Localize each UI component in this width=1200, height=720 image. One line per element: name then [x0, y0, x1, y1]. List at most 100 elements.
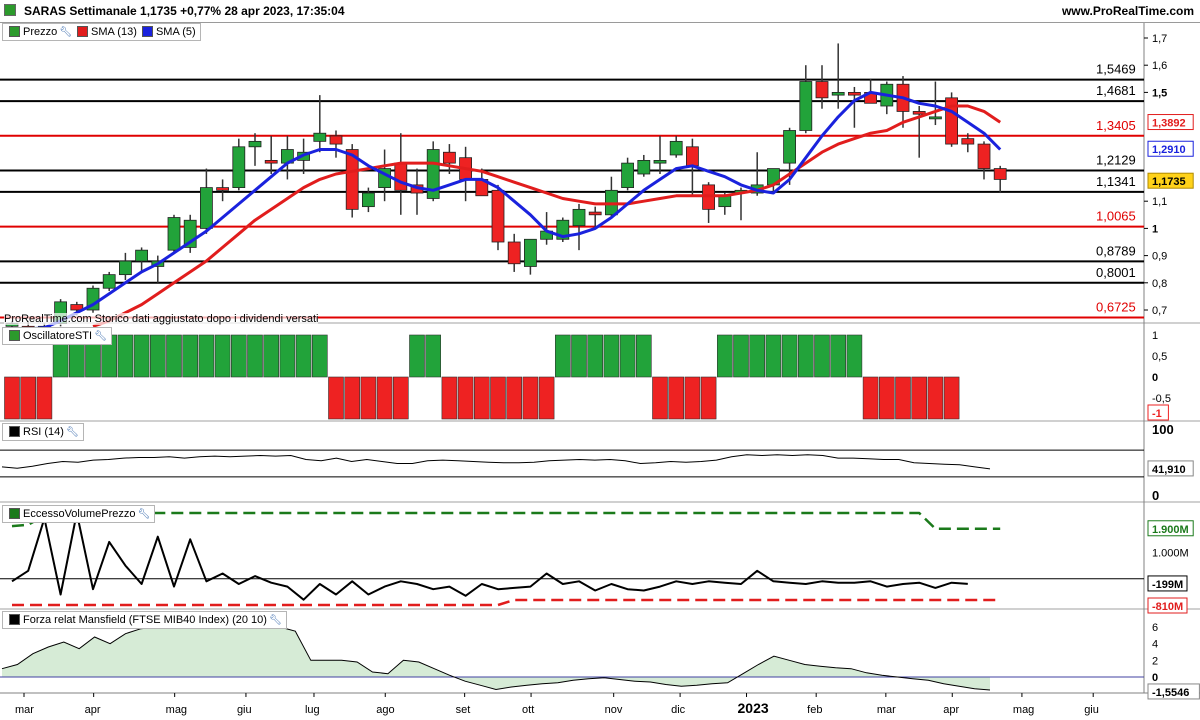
time-tick-label: giu	[1084, 704, 1099, 716]
candle	[669, 135, 683, 158]
sti-bar	[457, 376, 474, 420]
candle-body	[135, 249, 149, 262]
site-url[interactable]: www.ProRealTime.com	[1062, 0, 1194, 22]
price-tick-label: 0,7	[1152, 305, 1167, 317]
wrench-icon[interactable]: 🔧︎	[138, 507, 151, 523]
sti-bar	[765, 334, 782, 378]
candle	[167, 214, 181, 253]
sti-bar	[506, 376, 523, 420]
sti-bar	[943, 376, 960, 420]
sma5-last-badge: 1,2910	[1152, 144, 1186, 156]
price-tick-label: 1	[1152, 223, 1158, 235]
candle	[394, 133, 408, 215]
time-tick-label: mar	[15, 704, 34, 716]
sti-bar	[490, 376, 506, 420]
sti-bar	[554, 334, 571, 378]
data-note: ProRealTime.com Storico dati aggiustato …	[4, 313, 319, 325]
candle	[621, 157, 634, 191]
price-swatch-icon	[9, 25, 20, 37]
candle	[216, 179, 230, 202]
mansfield-last-badge: -1,5546	[1152, 687, 1189, 699]
candle-body	[524, 238, 537, 267]
candle-body	[491, 189, 505, 243]
sti-bar	[603, 334, 620, 378]
wrench-icon[interactable]: 🔧︎	[269, 613, 282, 629]
candle	[799, 65, 813, 134]
time-tick-label: nov	[605, 704, 623, 716]
candle	[248, 133, 262, 166]
sti-bar	[311, 334, 328, 378]
wrench-icon[interactable]: 🔧︎	[94, 329, 107, 345]
time-tick-label: giu	[237, 704, 252, 716]
level-label: 1,2129	[1096, 152, 1136, 167]
sti-bar	[862, 376, 879, 420]
sti-bar	[684, 376, 701, 420]
sti-bar	[781, 334, 798, 378]
candle-body	[848, 92, 861, 96]
candle	[831, 43, 845, 109]
candle	[929, 81, 942, 126]
sti-bar	[538, 376, 555, 420]
candle-body	[653, 159, 667, 164]
time-tick-label: mar	[877, 704, 896, 716]
mansfield-legend[interactable]: Forza relat Mansfield (FTSE MIB40 Index)…	[2, 611, 287, 629]
sti-bar	[150, 334, 166, 378]
candle	[702, 182, 715, 223]
sti-bar	[182, 334, 198, 378]
candle-body	[167, 217, 181, 251]
candle-body	[264, 159, 278, 164]
sti-tick-label: -0,5	[1152, 393, 1171, 405]
evp-legend[interactable]: EccessoVolumePrezzo 🔧︎	[2, 505, 156, 523]
candle	[524, 238, 537, 275]
sti-bar	[360, 376, 377, 420]
sti-swatch-icon	[9, 329, 20, 341]
sti-bar	[878, 376, 895, 420]
mansfield-tick-label: 0	[1152, 672, 1158, 684]
evp-upper-badge: 1.900M	[1152, 524, 1189, 536]
level-label: 1,5469	[1096, 62, 1136, 77]
candle-body	[507, 241, 521, 265]
candle-body	[572, 208, 586, 227]
candle-body	[815, 81, 829, 99]
sti-bar	[231, 334, 247, 378]
chart-title: SARAS Settimanale 1,1735 +0,77% 28 apr 2…	[24, 4, 345, 18]
legend-mansfield: Forza relat Mansfield (FTSE MIB40 Index)…	[23, 614, 267, 626]
wrench-icon[interactable]: 🔧︎	[59, 25, 72, 41]
candle-body	[669, 140, 683, 156]
sti-bar	[36, 376, 53, 420]
candle	[264, 135, 278, 174]
candle	[119, 252, 132, 281]
candle	[183, 214, 197, 253]
candle-body	[799, 81, 813, 131]
sti-tick-label: 1	[1152, 330, 1158, 342]
level-label: 0,6725	[1096, 299, 1136, 314]
level-label: 1,1341	[1096, 174, 1136, 189]
sma13-last-badge: 1,3892	[1152, 118, 1186, 130]
instrument-icon[interactable]	[4, 4, 16, 16]
candle	[880, 81, 894, 115]
candle-body	[394, 162, 408, 191]
sti-tick-label: 0,5	[1152, 351, 1167, 363]
candle	[945, 92, 958, 147]
evp-upper-line	[11, 511, 1001, 531]
price-legend[interactable]: Prezzo 🔧︎ SMA (13) SMA (5)	[2, 23, 201, 41]
candle-body	[977, 143, 991, 169]
wrench-icon[interactable]: 🔧︎	[66, 425, 79, 441]
candle-body	[119, 260, 132, 276]
level-label: 0,8789	[1096, 243, 1136, 258]
candle-body	[442, 151, 456, 164]
sti-legend[interactable]: OscillatoreSTI 🔧︎	[2, 327, 112, 345]
candle	[86, 285, 100, 313]
candle	[556, 217, 570, 242]
level-label: 1,4681	[1096, 83, 1136, 98]
candle	[329, 130, 343, 158]
candle	[815, 65, 829, 109]
mansfield-tick-label: 6	[1152, 622, 1158, 634]
rsi-legend[interactable]: RSI (14) 🔧︎	[2, 423, 84, 441]
candle-body	[912, 111, 926, 115]
candle-body	[621, 162, 634, 188]
sti-last-badge: -1	[1152, 408, 1162, 420]
sti-bar	[587, 334, 604, 378]
candle-body	[329, 135, 343, 145]
level-label: 1,0065	[1096, 209, 1136, 224]
